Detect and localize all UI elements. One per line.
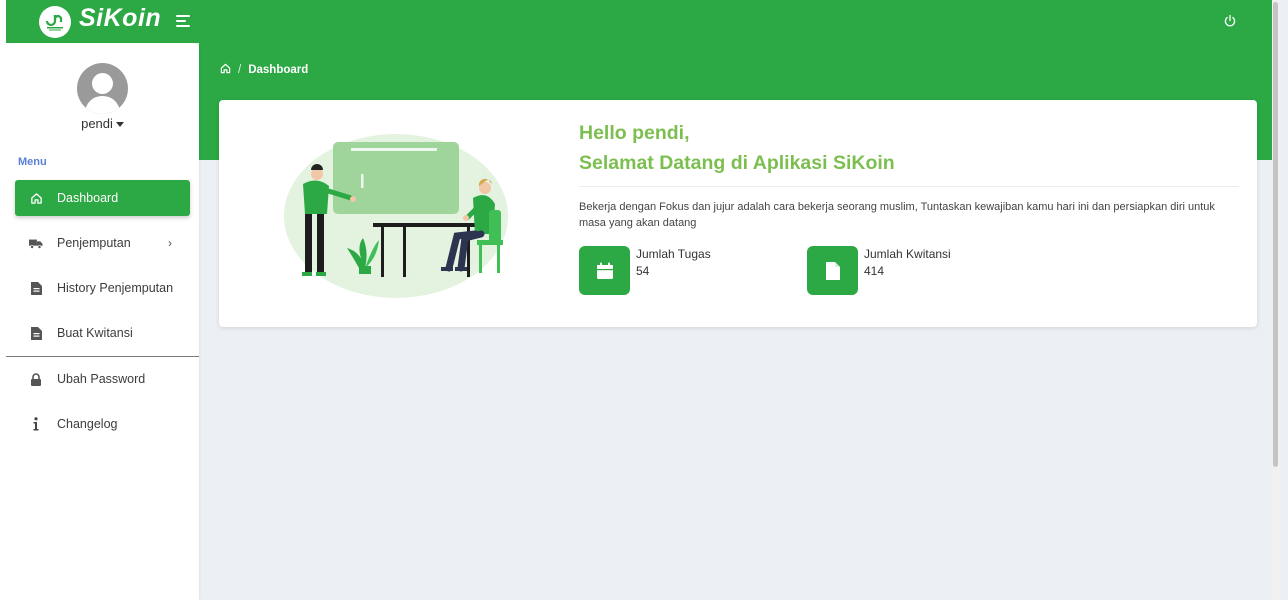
app-title[interactable]: SiKoin (79, 4, 161, 33)
sidebar-divider (6, 356, 199, 357)
greeting-text: Hello pendi, (579, 122, 690, 144)
welcome-illustration (281, 128, 511, 300)
avatar[interactable] (77, 63, 128, 114)
sidebar-item-changelog[interactable]: Changelog (15, 406, 190, 442)
welcome-subtitle: Selamat Datang di Aplikasi SiKoin (579, 152, 895, 174)
power-icon[interactable] (1223, 14, 1237, 28)
app-root: SiKoin pendi Menu Dashboard Penjemputan … (6, 0, 1280, 600)
sidebar-item-buat-kwitansi[interactable]: Buat Kwitansi (15, 315, 190, 351)
sidebar: pendi Menu Dashboard Penjemputan › Histo… (6, 43, 199, 600)
breadcrumb-current: Dashboard (248, 64, 309, 76)
scrollbar-thumb[interactable] (1273, 2, 1278, 467)
document-icon (29, 281, 43, 295)
breadcrumb: / Dashboard (220, 63, 308, 77)
truck-icon (29, 236, 43, 250)
lock-icon (29, 372, 43, 386)
logo-icon[interactable] (39, 6, 71, 38)
welcome-heading: Hello pendi, Selamat Datang di Aplikasi … (579, 118, 895, 178)
sidebar-item-dashboard[interactable]: Dashboard (15, 180, 190, 216)
sidebar-item-ubah-password[interactable]: Ubah Password (15, 361, 190, 397)
calendar-icon (579, 246, 630, 295)
page-scrollbar[interactable] (1272, 0, 1280, 600)
sidebar-item-label: Buat Kwitansi (57, 326, 133, 340)
card-divider (579, 186, 1239, 187)
caret-down-icon (115, 122, 124, 128)
breadcrumb-separator: / (238, 64, 242, 76)
sidebar-item-label: Changelog (57, 417, 118, 431)
stat-label: Jumlah Tugas (636, 247, 711, 261)
info-icon (29, 417, 43, 431)
sidebar-item-label: Ubah Password (57, 372, 146, 386)
menu-header: Menu (18, 156, 47, 168)
stat-jumlah-kwitansi[interactable]: Jumlah Kwitansi 414 (807, 246, 951, 295)
username-label: pendi (81, 116, 113, 131)
sidebar-item-history-penjemputan[interactable]: History Penjemputan (15, 270, 190, 306)
top-navbar: SiKoin (6, 0, 1280, 43)
file-icon (807, 246, 858, 295)
sidebar-item-label: Dashboard (57, 191, 119, 205)
welcome-card: Hello pendi, Selamat Datang di Aplikasi … (219, 100, 1257, 327)
home-icon[interactable] (220, 63, 231, 77)
stat-label: Jumlah Kwitansi (864, 247, 951, 261)
stat-value: 414 (864, 264, 885, 278)
motivation-quote: Bekerja dengan Fokus dan jujur adalah ca… (579, 201, 1215, 229)
document-icon (29, 326, 43, 340)
chevron-right-icon: › (168, 236, 172, 250)
stat-jumlah-tugas[interactable]: Jumlah Tugas 54 (579, 246, 711, 295)
sidebar-item-label: Penjemputan (57, 236, 131, 250)
user-dropdown[interactable]: pendi (6, 116, 199, 131)
stat-value: 54 (636, 264, 650, 278)
sidebar-item-label: History Penjemputan (57, 281, 174, 295)
sidebar-item-penjemputan[interactable]: Penjemputan › (15, 225, 190, 261)
home-icon (29, 191, 43, 205)
hamburger-icon[interactable] (176, 15, 190, 28)
